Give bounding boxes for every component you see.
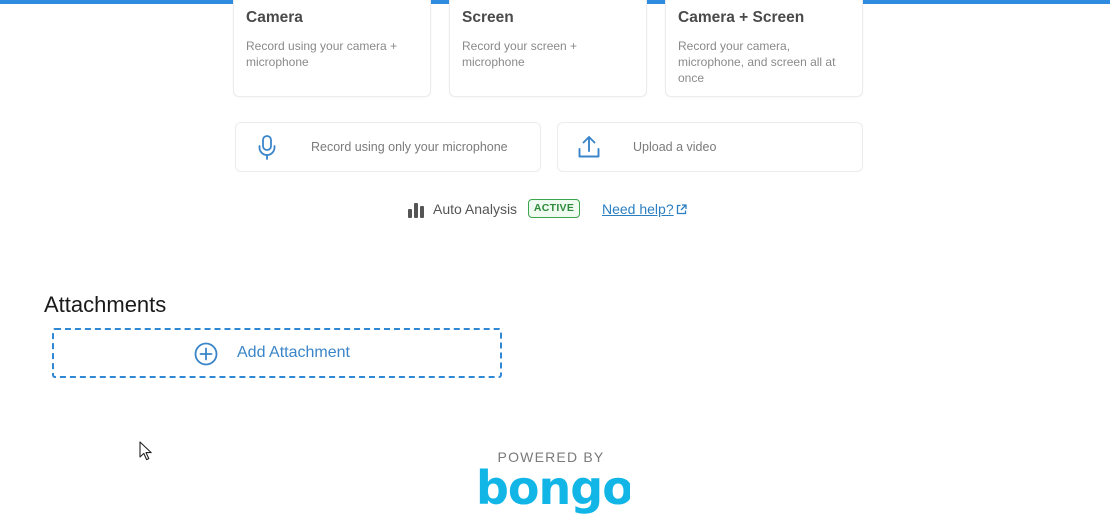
card-title: Screen xyxy=(462,9,514,26)
status-badge: ACTIVE xyxy=(528,199,580,218)
microphone-icon xyxy=(258,135,276,160)
card-title: Camera + Screen xyxy=(678,9,805,26)
bar-chart-icon xyxy=(408,203,424,218)
card-description: Record your screen + microphone xyxy=(462,39,578,69)
upload-icon xyxy=(578,136,600,158)
option-label: Record using only your microphone xyxy=(311,140,508,154)
record-microphone-button[interactable]: Record using only your microphone xyxy=(235,122,541,172)
external-link-icon[interactable] xyxy=(676,204,687,215)
card-title: Camera xyxy=(246,9,303,26)
camera-screen-card[interactable]: Camera + Screen Record your camera, micr… xyxy=(665,0,863,97)
svg-text:bongo: bongo xyxy=(476,461,630,515)
screen-card[interactable]: Screen Record your screen + microphone xyxy=(449,0,647,97)
card-description: Record your camera, microphone, and scre… xyxy=(678,39,836,85)
add-attachment-label: Add Attachment xyxy=(237,344,350,361)
attachments-heading: Attachments xyxy=(44,292,167,317)
upload-video-button[interactable]: Upload a video xyxy=(557,122,863,172)
bongo-logo: bongo xyxy=(476,461,630,515)
add-attachment-button[interactable]: Add Attachment xyxy=(52,328,502,378)
card-description: Record using your camera + microphone xyxy=(246,39,398,69)
plus-circle-icon xyxy=(194,342,218,366)
auto-analysis-label: Auto Analysis xyxy=(433,201,518,217)
need-help-link[interactable]: Need help? xyxy=(602,201,674,217)
option-label: Upload a video xyxy=(633,140,717,154)
mouse-cursor-icon xyxy=(139,441,152,461)
camera-card[interactable]: Camera Record using your camera + microp… xyxy=(233,0,431,97)
